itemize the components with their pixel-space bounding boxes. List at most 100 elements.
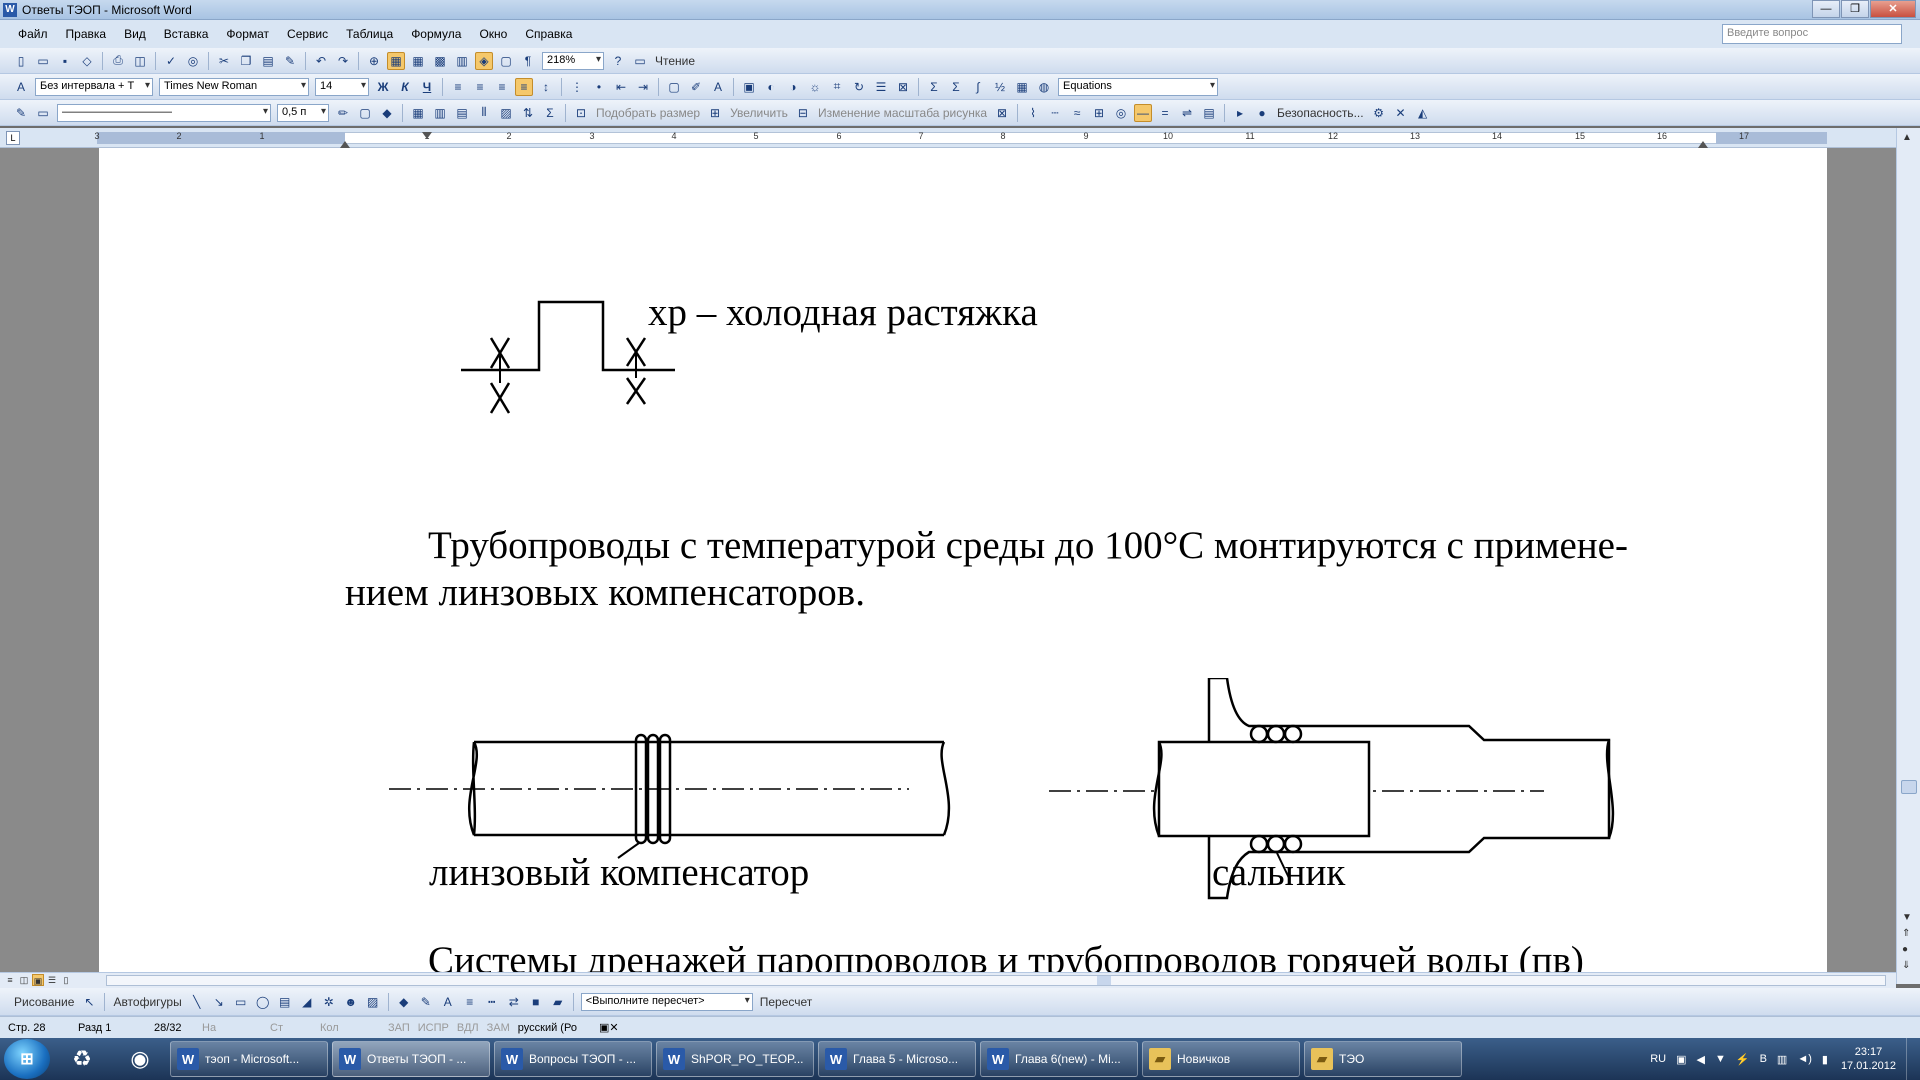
dash-style-icon[interactable]: ┅	[483, 993, 501, 1011]
align-icon[interactable]: ▤	[453, 104, 471, 122]
menu-formula[interactable]: Формула	[411, 27, 461, 41]
left-indent-marker[interactable]	[340, 141, 350, 148]
scale-image-button[interactable]: Изменение масштаба рисунка	[818, 106, 987, 120]
tray-b-icon[interactable]: B	[1760, 1053, 1767, 1065]
tab-selector[interactable]: L	[6, 131, 20, 145]
fraction-icon[interactable]: ½	[991, 78, 1009, 96]
web-view-icon[interactable]: ◫	[18, 974, 30, 986]
autoformat-icon[interactable]: ▨	[497, 104, 515, 122]
menu-tools[interactable]: Сервис	[287, 27, 328, 41]
autoshapes-menu[interactable]: Автофигуры	[113, 995, 181, 1009]
show-desktop-button[interactable]	[1906, 1038, 1920, 1080]
print-icon[interactable]: ⎙	[109, 52, 127, 70]
document-page[interactable]: хр – холодная растяжка Трубопроводы с те…	[99, 148, 1827, 972]
run-macro-icon[interactable]: ▸	[1231, 104, 1249, 122]
edit-icon[interactable]: ✎	[12, 104, 30, 122]
line-tool-icon[interactable]: ╲	[188, 993, 206, 1011]
undo-icon[interactable]: ↶	[312, 52, 330, 70]
vba-icon[interactable]: ⚙	[1370, 104, 1388, 122]
copy-icon[interactable]: ❐	[237, 52, 255, 70]
outline-view-icon[interactable]: ☰	[46, 974, 58, 986]
drawing-menu[interactable]: Рисование	[14, 995, 74, 1009]
tray-bolt-icon[interactable]: ⚡	[1736, 1053, 1750, 1066]
font-color-icon[interactable]: A	[439, 993, 457, 1011]
status-ext[interactable]: ВДЛ	[457, 1022, 479, 1034]
tray-antivirus-icon[interactable]: ▼	[1715, 1053, 1726, 1065]
align-left-icon[interactable]: ≡	[449, 78, 467, 96]
print-preview-icon[interactable]: ◫	[131, 52, 149, 70]
numbering-icon[interactable]: ⋮	[568, 78, 586, 96]
pen-color-icon[interactable]: ✏	[334, 104, 352, 122]
merge-icon[interactable]: ▥	[431, 104, 449, 122]
compress-icon[interactable]: ⊠	[894, 78, 912, 96]
hyperlink-icon[interactable]: ⊕	[365, 52, 383, 70]
vertical-scrollbar[interactable]: ▲ ▼ ⇑ ● ⇓	[1896, 128, 1920, 984]
taskbar-item[interactable]: W Вопросы ТЭОП - ...	[494, 1041, 652, 1077]
grid-icon[interactable]: ⊞	[1090, 104, 1108, 122]
3d-icon[interactable]: ▰	[549, 993, 567, 1011]
fit-size-button[interactable]: Подобрать размер	[596, 106, 700, 120]
menu-edit[interactable]: Правка	[66, 27, 107, 41]
horizontal-scrollbar[interactable]: ≡ ◫ ▣ ☰ ▯	[0, 972, 1896, 988]
picture-icon[interactable]: ▨	[364, 993, 382, 1011]
distribute-icon[interactable]: ⫴	[475, 104, 493, 122]
taskbar-item[interactable]: W Глава 5 - Microso...	[818, 1041, 976, 1077]
redo-icon[interactable]: ↷	[334, 52, 352, 70]
autosum-icon[interactable]: Σ	[541, 104, 559, 122]
close-button[interactable]: ✕	[1870, 0, 1916, 18]
status-trk[interactable]: ИСПР	[418, 1022, 449, 1034]
chrome-icon[interactable]: ◉	[114, 1040, 166, 1078]
clock[interactable]: 23:17 17.01.2012	[1841, 1045, 1896, 1073]
taskbar-item[interactable]: W Ответы ТЭОП - ...	[332, 1041, 490, 1077]
oval-tool-icon[interactable]: ◯	[254, 993, 272, 1011]
prev-page-icon[interactable]: ⇑	[1902, 928, 1910, 939]
equations-select[interactable]: Equations	[1058, 77, 1218, 96]
design-mode-icon[interactable]: ◭	[1414, 104, 1432, 122]
dashed-icon[interactable]: ┄	[1046, 104, 1064, 122]
taskbar-item[interactable]: Wтэоп - Microsoft...	[170, 1041, 328, 1077]
arrow-style-icon[interactable]: ⇌	[1178, 104, 1196, 122]
paste-icon[interactable]: ▤	[259, 52, 277, 70]
select-objects-icon[interactable]: ↖	[80, 993, 98, 1011]
signal-icon[interactable]: ▮	[1822, 1053, 1828, 1066]
styles-icon[interactable]: A	[12, 78, 30, 96]
menu-table[interactable]: Таблица	[346, 27, 393, 41]
align-right-icon[interactable]: ≡	[493, 78, 511, 96]
tools-icon[interactable]: ✕	[1392, 104, 1410, 122]
research-icon[interactable]: ◎	[184, 52, 202, 70]
wordart-icon[interactable]: ◢	[298, 993, 316, 1011]
enlarge-button[interactable]: Увеличить	[730, 106, 788, 120]
arrow-tool-icon[interactable]: ↘	[210, 993, 228, 1011]
scale-icon[interactable]: ⊟	[794, 104, 812, 122]
show-hide-icon[interactable]: ¶	[519, 52, 537, 70]
next-page-icon[interactable]: ⇓	[1902, 960, 1910, 971]
taskbar-item[interactable]: ▰ ТЭО	[1304, 1041, 1462, 1077]
shadow-icon[interactable]: ■	[527, 993, 545, 1011]
clipart-icon[interactable]: ☻	[342, 993, 360, 1011]
tables-borders-icon[interactable]: ▦	[387, 51, 405, 70]
line-weight-select[interactable]: 0,5 п	[277, 103, 329, 122]
italic-button[interactable]: К	[396, 78, 414, 96]
font-size-select[interactable]: 14	[315, 77, 369, 96]
diagram-icon[interactable]: ✲	[320, 993, 338, 1011]
browse-object-icon[interactable]: ●	[1902, 944, 1908, 955]
scroll-up-icon[interactable]: ▲	[1902, 132, 1912, 143]
reading-view-icon[interactable]: ▯	[60, 974, 72, 986]
first-line-indent-marker[interactable]	[422, 132, 432, 139]
horizontal-scroll-thumb[interactable]	[1097, 976, 1111, 985]
fill-color-icon[interactable]: ◆	[395, 993, 413, 1011]
canvas-icon[interactable]: ▭	[34, 104, 52, 122]
zoom-select[interactable]: 218%	[542, 51, 604, 70]
justify-icon[interactable]: ≡	[515, 77, 533, 96]
horizontal-ruler[interactable]: L 3 2 1 1 2 3 4 5 6 7 8 9 10 11 12 13 14…	[0, 128, 1920, 148]
connector-icon[interactable]: ⌇	[1024, 104, 1042, 122]
record-icon[interactable]: ●	[1253, 104, 1271, 122]
arrow-style-icon[interactable]: ⇄	[505, 993, 523, 1011]
permission-icon[interactable]: ◇	[78, 52, 96, 70]
network-icon[interactable]: ▥	[1777, 1053, 1787, 1066]
align-center-icon[interactable]: ≡	[471, 78, 489, 96]
insert-excel-icon[interactable]: ▩	[431, 52, 449, 70]
fit-size-icon[interactable]: ⊡	[572, 104, 590, 122]
style-icon[interactable]: ≈	[1068, 104, 1086, 122]
drawing-icon[interactable]: ◈	[475, 51, 493, 70]
